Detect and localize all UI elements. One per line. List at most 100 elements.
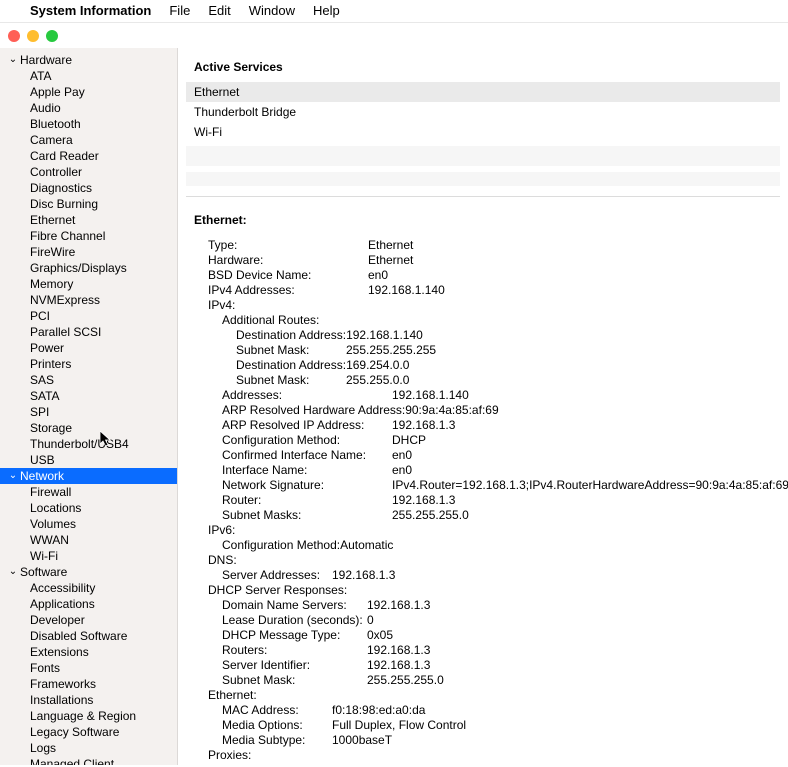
sidebar-item[interactable]: Language & Region bbox=[0, 708, 177, 724]
detail-row: Network Signature:IPv4.Router=192.168.1.… bbox=[194, 478, 772, 493]
sidebar-item[interactable]: Legacy Software bbox=[0, 724, 177, 740]
sidebar-item[interactable]: PCI bbox=[0, 308, 177, 324]
sidebar-item[interactable]: Logs bbox=[0, 740, 177, 756]
sidebar-item[interactable]: Disc Burning bbox=[0, 196, 177, 212]
detail-key: Network Signature: bbox=[222, 478, 392, 493]
detail-value: 192.168.1.3 bbox=[367, 598, 430, 613]
sidebar-item[interactable]: SAS bbox=[0, 372, 177, 388]
app-menu[interactable]: System Information bbox=[30, 3, 151, 18]
sidebar-item[interactable]: Storage bbox=[0, 420, 177, 436]
detail-key: Configuration Method: bbox=[222, 538, 340, 553]
detail-key: Subnet Mask: bbox=[236, 373, 346, 388]
spacer bbox=[186, 146, 780, 166]
detail-value: 192.168.1.3 bbox=[392, 493, 455, 508]
sidebar-item[interactable]: Memory bbox=[0, 276, 177, 292]
menu-file[interactable]: File bbox=[169, 3, 190, 18]
sidebar-item[interactable]: Locations bbox=[0, 500, 177, 516]
detail-value: Ethernet bbox=[368, 253, 413, 268]
detail-value: en0 bbox=[392, 463, 412, 478]
service-row[interactable]: Ethernet bbox=[186, 82, 780, 102]
detail-value: f0:18:98:ed:a0:da bbox=[332, 703, 425, 718]
sidebar-item[interactable]: Accessibility bbox=[0, 580, 177, 596]
sidebar-item[interactable]: Parallel SCSI bbox=[0, 324, 177, 340]
sidebar-item[interactable]: Printers bbox=[0, 356, 177, 372]
sidebar-item[interactable]: Card Reader bbox=[0, 148, 177, 164]
disclosure-triangle-icon[interactable]: ⌄ bbox=[8, 469, 18, 483]
detail-row: Server Addresses:192.168.1.3 bbox=[194, 568, 772, 583]
sidebar-item[interactable]: Camera bbox=[0, 132, 177, 148]
detail-key: Server Addresses: bbox=[222, 568, 332, 583]
sidebar-item[interactable]: Fonts bbox=[0, 660, 177, 676]
detail-row: Configuration Method:DHCP bbox=[194, 433, 772, 448]
sidebar-category-network[interactable]: ⌄Network bbox=[0, 468, 177, 484]
sidebar-item[interactable]: Power bbox=[0, 340, 177, 356]
sidebar-category-hardware[interactable]: ⌄Hardware bbox=[0, 52, 177, 68]
sidebar-item[interactable]: Audio bbox=[0, 100, 177, 116]
sidebar-item[interactable]: Fibre Channel bbox=[0, 228, 177, 244]
service-row[interactable]: Thunderbolt Bridge bbox=[186, 102, 780, 122]
menu-edit[interactable]: Edit bbox=[208, 3, 230, 18]
section-dhcp: DHCP Server Responses: bbox=[194, 583, 772, 598]
sidebar-category-label: Software bbox=[20, 565, 67, 579]
sidebar-item[interactable]: Thunderbolt/USB4 bbox=[0, 436, 177, 452]
menu-help[interactable]: Help bbox=[313, 3, 340, 18]
service-list[interactable]: EthernetThunderbolt BridgeWi-Fi bbox=[186, 82, 780, 142]
detail-value: Automatic bbox=[340, 538, 393, 553]
disclosure-triangle-icon[interactable]: ⌄ bbox=[8, 565, 18, 579]
sidebar-item[interactable]: Wi-Fi bbox=[0, 548, 177, 564]
service-row[interactable]: Wi-Fi bbox=[186, 122, 780, 142]
detail-row: Media Subtype:1000baseT bbox=[194, 733, 772, 748]
sidebar-item[interactable]: Disabled Software bbox=[0, 628, 177, 644]
detail-row: Subnet Mask:255.255.255.0 bbox=[194, 673, 772, 688]
detail-row: Confirmed Interface Name:en0 bbox=[194, 448, 772, 463]
sidebar-item[interactable]: Volumes bbox=[0, 516, 177, 532]
detail-key: ARP Resolved IP Address: bbox=[222, 418, 392, 433]
detail-row: Exceptions List:*.local, 169.254/16 bbox=[194, 763, 772, 765]
detail-value: 192.168.1.3 bbox=[367, 643, 430, 658]
sidebar-item[interactable]: USB bbox=[0, 452, 177, 468]
menu-window[interactable]: Window bbox=[249, 3, 295, 18]
sidebar-item[interactable]: FireWire bbox=[0, 244, 177, 260]
sidebar-item[interactable]: Installations bbox=[0, 692, 177, 708]
detail-row: ARP Resolved IP Address:192.168.1.3 bbox=[194, 418, 772, 433]
detail-row: Interface Name:en0 bbox=[194, 463, 772, 478]
detail-row: Subnet Masks:255.255.255.0 bbox=[194, 508, 772, 523]
disclosure-triangle-icon[interactable]: ⌄ bbox=[8, 53, 18, 67]
detail-row: Addresses:192.168.1.140 bbox=[194, 388, 772, 403]
sidebar-item[interactable]: Firewall bbox=[0, 484, 177, 500]
detail-value: 0 bbox=[367, 613, 374, 628]
sidebar-item[interactable]: SPI bbox=[0, 404, 177, 420]
detail-key: Subnet Masks: bbox=[222, 508, 392, 523]
detail-row: Subnet Mask:255.255.255.255 bbox=[194, 343, 772, 358]
sidebar-item[interactable]: NVMExpress bbox=[0, 292, 177, 308]
detail-value: 192.168.1.3 bbox=[367, 658, 430, 673]
active-services-header: Active Services bbox=[186, 56, 780, 78]
detail-row: Lease Duration (seconds):0 bbox=[194, 613, 772, 628]
sidebar-item[interactable]: Ethernet bbox=[0, 212, 177, 228]
sidebar-item[interactable]: Applications bbox=[0, 596, 177, 612]
sidebar-item[interactable]: SATA bbox=[0, 388, 177, 404]
detail-pane: Ethernet:Type:EthernetHardware:EthernetB… bbox=[186, 207, 780, 765]
minimize-button[interactable] bbox=[27, 30, 39, 42]
sidebar-item[interactable]: Diagnostics bbox=[0, 180, 177, 196]
sidebar-item[interactable]: Controller bbox=[0, 164, 177, 180]
detail-value: 1000baseT bbox=[332, 733, 392, 748]
detail-key: Lease Duration (seconds): bbox=[222, 613, 367, 628]
sidebar-item[interactable]: Developer bbox=[0, 612, 177, 628]
sidebar-item[interactable]: WWAN bbox=[0, 532, 177, 548]
sidebar-category-software[interactable]: ⌄Software bbox=[0, 564, 177, 580]
sidebar[interactable]: ⌄HardwareATAApple PayAudioBluetoothCamer… bbox=[0, 48, 178, 765]
sidebar-item[interactable]: Managed Client bbox=[0, 756, 177, 765]
detail-value: 0x05 bbox=[367, 628, 393, 643]
close-button[interactable] bbox=[8, 30, 20, 42]
sidebar-item[interactable]: Bluetooth bbox=[0, 116, 177, 132]
sidebar-item[interactable]: Graphics/Displays bbox=[0, 260, 177, 276]
sidebar-item[interactable]: Frameworks bbox=[0, 676, 177, 692]
sidebar-item[interactable]: Apple Pay bbox=[0, 84, 177, 100]
detail-row: Destination Address:169.254.0.0 bbox=[194, 358, 772, 373]
sidebar-category-label: Network bbox=[20, 469, 64, 483]
sidebar-item[interactable]: ATA bbox=[0, 68, 177, 84]
detail-value: 192.168.1.140 bbox=[368, 283, 445, 298]
zoom-button[interactable] bbox=[46, 30, 58, 42]
sidebar-item[interactable]: Extensions bbox=[0, 644, 177, 660]
